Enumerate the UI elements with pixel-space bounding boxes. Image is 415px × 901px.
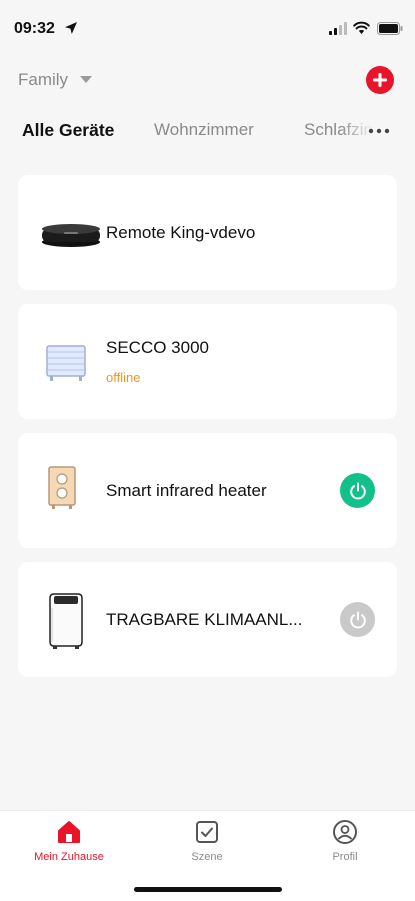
ir-remote-hub-icon [42,224,100,247]
nav-scene[interactable]: Szene [152,819,262,875]
scene-check-icon [196,821,218,843]
device-card-secco-3000[interactable]: SECCO 3000 offline [18,304,397,419]
device-name: SECCO 3000 [106,338,209,357]
cellular-signal-icon [329,22,347,35]
portable-air-conditioner-icon [49,593,83,649]
home-selector[interactable]: Family [18,68,93,92]
infrared-heater-icon [48,466,76,509]
wifi-icon [353,21,370,34]
tab-all-devices[interactable]: Alle Geräte [22,120,114,141]
location-arrow-icon [65,22,77,34]
device-card-infrared-heater[interactable]: Smart infrared heater [18,433,397,548]
add-device-button[interactable] [366,66,394,94]
nav-label: Mein Zuhause [34,851,104,863]
power-toggle-button[interactable] [340,473,375,508]
power-icon [349,611,366,628]
device-card-remote-king[interactable]: Remote King-vdevo [18,175,397,290]
device-name: Smart infrared heater [106,481,267,500]
home-indicator [134,887,282,892]
status-bar: 09:32 [0,0,415,52]
air-conditioner-unit-icon [46,345,86,381]
room-tabs: Alle Geräte Wohnzimmer Schlafzimmer [0,116,415,146]
caret-down-icon [80,76,93,83]
device-name: TRAGBARE KLIMAANL... [106,610,303,629]
more-dots-icon[interactable] [368,124,390,138]
battery-icon [377,22,403,35]
nav-label: Profil [332,851,358,863]
home-icon [58,821,80,843]
tab-living-room[interactable]: Wohnzimmer [154,120,254,140]
plus-icon [373,73,387,87]
profile-icon [333,820,357,844]
nav-my-home[interactable]: Mein Zuhause [14,819,124,875]
status-time: 09:32 [14,20,55,37]
power-toggle-button[interactable] [340,602,375,637]
nav-profile[interactable]: Profil [290,819,400,875]
device-status-offline: offline [106,370,141,385]
power-icon [349,482,366,499]
home-name: Family [18,70,69,89]
device-card-portable-ac[interactable]: TRAGBARE KLIMAANL... [18,562,397,677]
nav-label: Szene [191,851,223,863]
device-name: Remote King-vdevo [106,223,256,242]
